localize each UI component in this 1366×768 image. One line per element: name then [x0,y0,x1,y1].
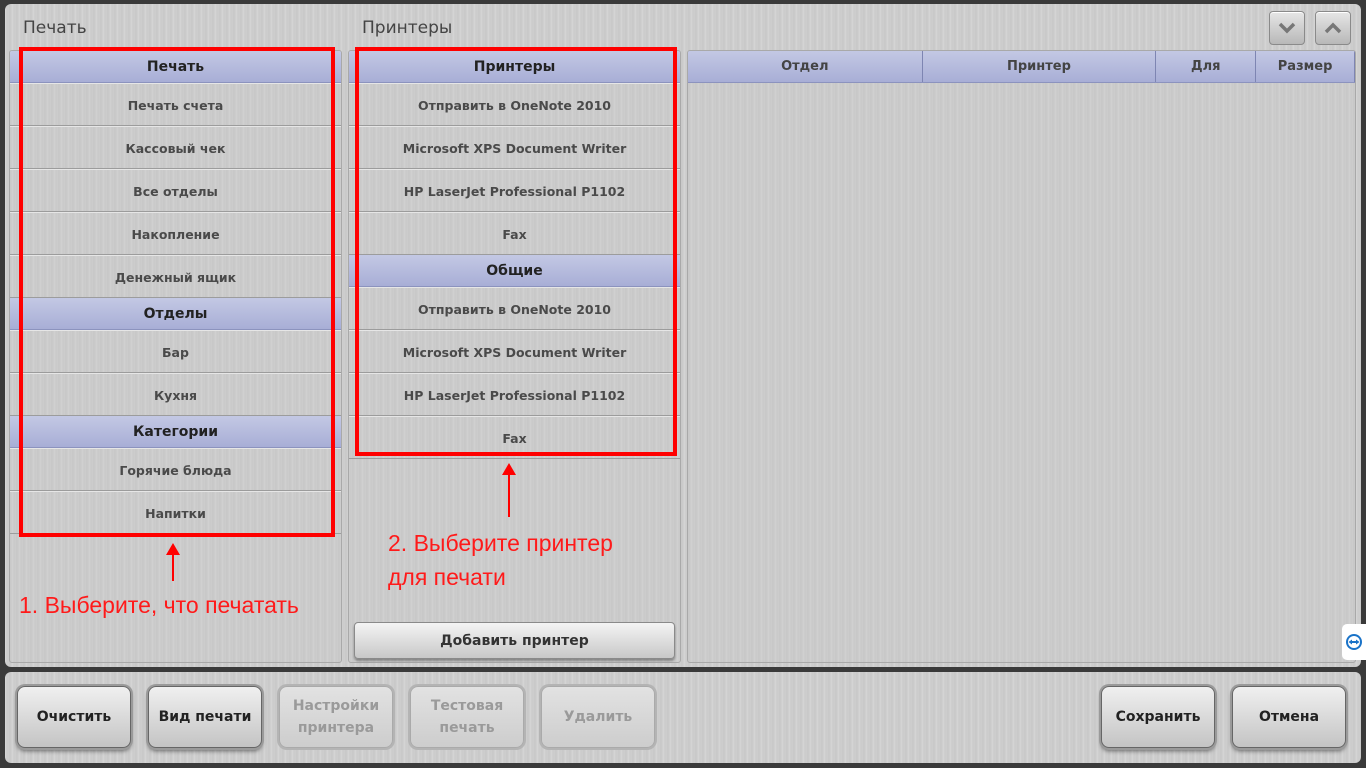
group-header-print: Печать [10,51,341,83]
assignment-table: Отдел Принтер Для Размер [687,50,1356,663]
group-header-printers: Принтеры [349,51,680,83]
column-header-for[interactable]: Для [1156,51,1257,82]
scroll-up-button[interactable] [1315,11,1351,45]
cancel-button[interactable]: Отмена [1232,686,1346,748]
delete-button[interactable]: Удалить [541,686,655,748]
printer-settings-button[interactable]: Настройки принтера [279,686,393,748]
save-button[interactable]: Сохранить [1101,686,1215,748]
annotation-step1: 1. Выберите, что печатать [19,592,299,618]
list-item-common-fax[interactable]: Fax [349,416,680,459]
column-header-size[interactable]: Размер [1256,51,1355,82]
column-header-printer[interactable]: Принтер [923,51,1157,82]
list-item-common-hp[interactable]: HP LaserJet Professional P1102 [349,373,680,416]
list-item-common-xps[interactable]: Microsoft XPS Document Writer [349,330,680,373]
group-header-common: Общие [349,255,680,287]
add-printer-button[interactable]: Добавить принтер [354,622,675,659]
column-header-department[interactable]: Отдел [688,51,923,82]
group-header-departments: Отделы [10,298,341,330]
clear-button[interactable]: Очистить [17,686,131,748]
double-arrow-icon [1346,634,1362,650]
list-item-print-bill[interactable]: Печать счета [10,83,341,126]
list-item-receipt[interactable]: Кассовый чек [10,126,341,169]
chevron-up-icon [1324,22,1342,34]
table-header: Отдел Принтер Для Размер [688,51,1355,83]
list-item-cash-drawer[interactable]: Денежный ящик [10,255,341,298]
list-item-hot-dishes[interactable]: Горячие блюда [10,448,341,491]
list-item-bar[interactable]: Бар [10,330,341,373]
list-item-printer-onenote[interactable]: Отправить в OneNote 2010 [349,83,680,126]
list-item-drinks[interactable]: Напитки [10,491,341,534]
arrow-line-2 [508,473,510,517]
list-item-all-departments[interactable]: Все отделы [10,169,341,212]
test-print-button[interactable]: Тестовая печать [410,686,524,748]
arrow-line-1 [172,553,174,581]
printers-section-title: Принтеры [362,18,453,38]
annotation-step2-line2: для печати [388,564,506,590]
annotation-step2-line1: 2. Выберите принтер [388,530,613,556]
list-item-printer-fax[interactable]: Fax [349,212,680,255]
group-header-categories: Категории [10,416,341,448]
list-item-common-onenote[interactable]: Отправить в OneNote 2010 [349,287,680,330]
list-item-printer-xps[interactable]: Microsoft XPS Document Writer [349,126,680,169]
print-list-panel: Печать Печать счета Кассовый чек Все отд… [9,50,342,663]
list-item-accumulation[interactable]: Накопление [10,212,341,255]
remote-control-icon[interactable] [1342,624,1366,660]
scroll-down-button[interactable] [1269,11,1305,45]
list-item-printer-hp[interactable]: HP LaserJet Professional P1102 [349,169,680,212]
list-item-kitchen[interactable]: Кухня [10,373,341,416]
print-view-button[interactable]: Вид печати [148,686,262,748]
chevron-down-icon [1278,22,1296,34]
print-section-title: Печать [23,18,87,38]
